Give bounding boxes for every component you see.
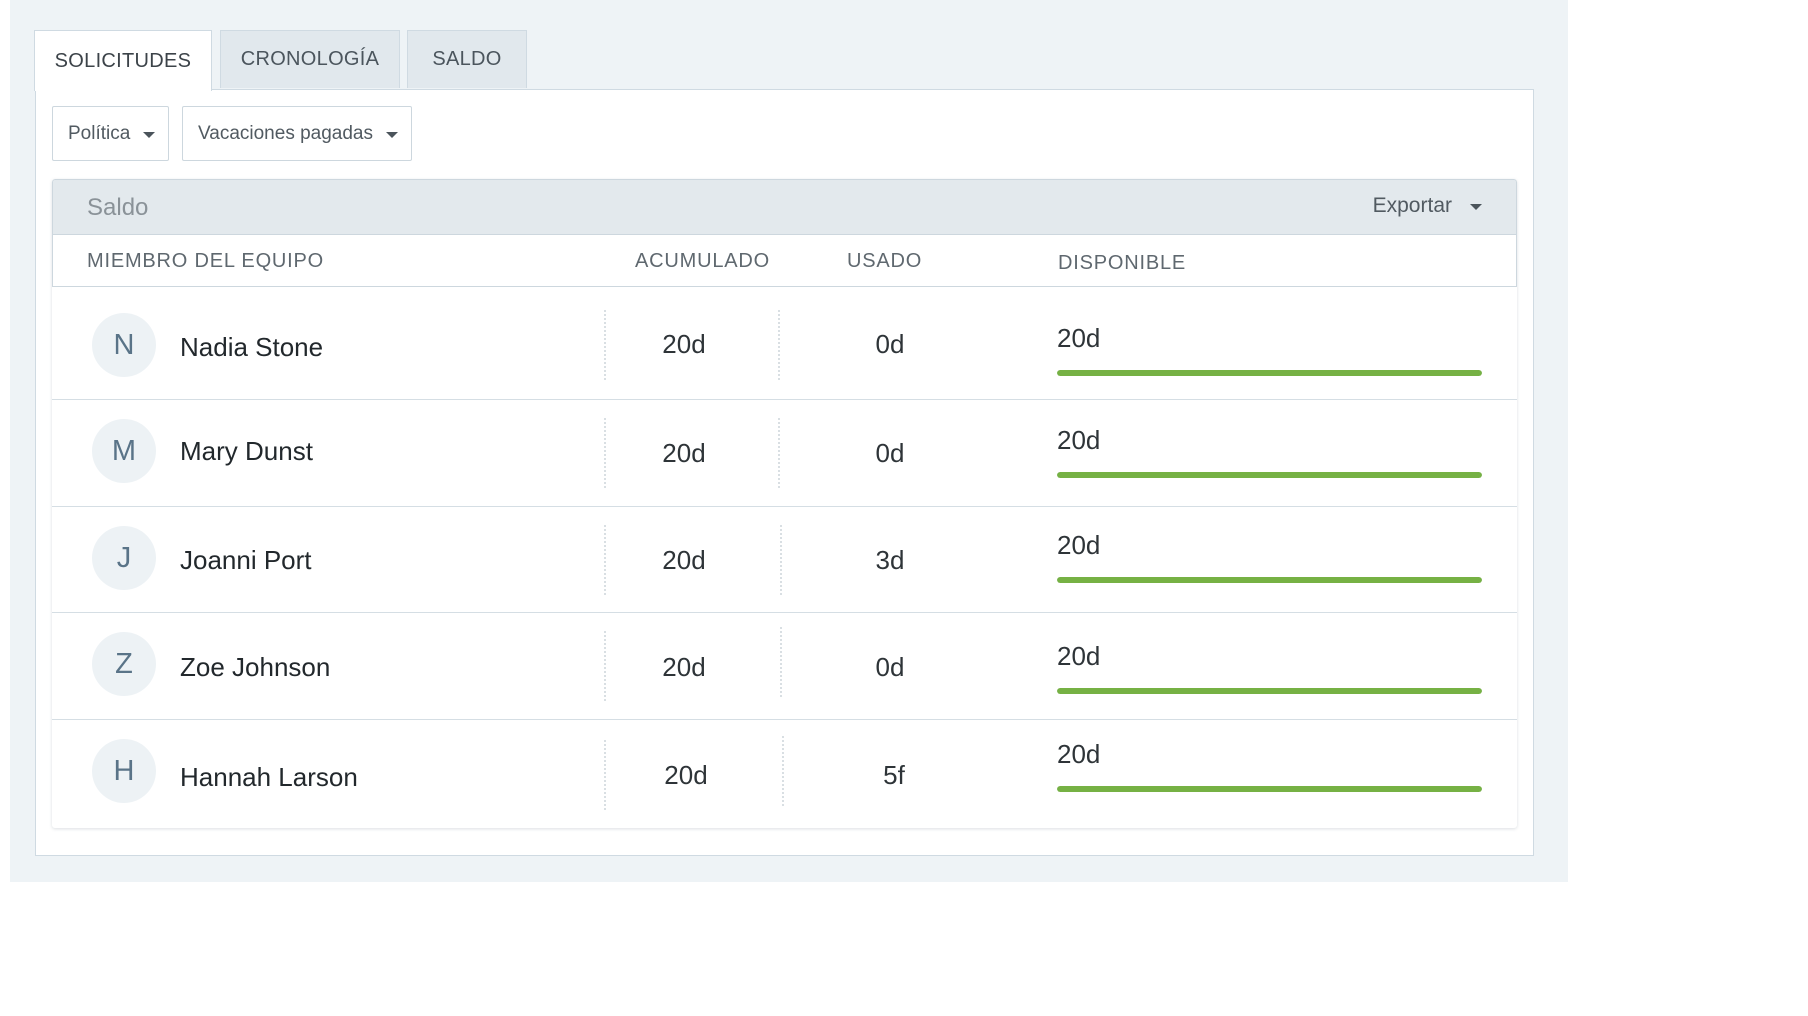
column-divider — [604, 740, 606, 810]
table-row[interactable]: H Hannah Larson 20d 5f 20d — [52, 720, 1517, 828]
available-progress-fill — [1057, 577, 1482, 583]
export-label: Exportar — [1372, 194, 1452, 217]
available-value: 20d — [1057, 323, 1101, 353]
column-divider — [604, 631, 606, 701]
available-value: 20d — [1057, 425, 1101, 455]
used-value: 0d — [875, 329, 905, 359]
avatar-initial: J — [116, 541, 132, 574]
tab-label: CRONOLOGÍA — [240, 48, 380, 70]
column-header-available: DISPONIBLE — [1058, 252, 1187, 274]
column-header-accrued: ACUMULADO — [635, 250, 770, 272]
column-headers: MIEMBRO DEL EQUIPO ACUMULADO USADO DISPO… — [52, 235, 1517, 287]
card-header: Saldo Exportar — [52, 179, 1517, 235]
used-value: 0d — [875, 652, 905, 682]
column-divider — [604, 310, 606, 380]
member-name: Zoe Johnson — [180, 652, 331, 682]
avatar-initial: H — [113, 754, 135, 787]
accrued-value: 20d — [662, 438, 706, 468]
table-row[interactable]: M Mary Dunst 20d 0d 20d — [52, 400, 1517, 507]
export-button[interactable]: Exportar — [1373, 194, 1482, 218]
policy-dropdown[interactable]: Política — [52, 106, 169, 161]
avatar-initial: Z — [115, 647, 133, 680]
column-divider — [780, 525, 782, 595]
tab-solicitudes[interactable]: SOLICITUDES — [34, 30, 212, 91]
column-divider — [778, 310, 780, 380]
tab-label: SALDO — [432, 48, 502, 70]
accrued-value: 20d — [662, 329, 706, 359]
column-divider — [778, 418, 780, 488]
avatar-initial: M — [111, 434, 137, 467]
available-progress-fill — [1057, 370, 1482, 376]
avatar: M — [92, 419, 156, 483]
available-value: 20d — [1057, 739, 1101, 769]
leave-type-dropdown[interactable]: Vacaciones pagadas — [182, 106, 412, 161]
table-row[interactable]: N Nadia Stone 20d 0d 20d — [52, 288, 1517, 400]
avatar-initial: N — [113, 328, 135, 361]
used-value: 0d — [875, 438, 905, 468]
column-divider — [604, 525, 606, 595]
tab-label: SOLICITUDES — [54, 49, 192, 72]
member-name: Joanni Port — [180, 545, 312, 575]
available-value: 20d — [1057, 530, 1101, 560]
available-progress-bar — [1057, 370, 1482, 376]
available-progress-fill — [1057, 786, 1482, 792]
balance-card: Saldo Exportar MIEMBRO DEL EQUIPO ACUMUL… — [52, 179, 1517, 828]
column-divider — [782, 736, 784, 806]
avatar: N — [92, 313, 156, 377]
available-progress-bar — [1057, 577, 1482, 583]
available-progress-fill — [1057, 472, 1482, 478]
policy-dropdown-label: Política — [68, 122, 131, 144]
chevron-down-icon — [143, 132, 155, 138]
table-row[interactable]: J Joanni Port 20d 3d 20d — [52, 507, 1517, 613]
member-name: Mary Dunst — [180, 436, 313, 466]
left-edge — [0, 0, 10, 882]
column-divider — [604, 418, 606, 488]
leave-type-dropdown-label: Vacaciones pagadas — [198, 122, 373, 144]
used-value: 5f — [883, 760, 905, 790]
accrued-value: 20d — [662, 652, 706, 682]
available-progress-fill — [1057, 688, 1482, 694]
available-value: 20d — [1057, 641, 1101, 671]
tab-cronologia[interactable]: CRONOLOGÍA — [220, 30, 400, 88]
avatar: J — [92, 526, 156, 590]
used-value: 3d — [875, 545, 905, 575]
member-name: Nadia Stone — [180, 332, 324, 362]
available-progress-bar — [1057, 688, 1482, 694]
table-row[interactable]: Z Zoe Johnson 20d 0d 20d — [52, 613, 1517, 720]
tab-saldo[interactable]: SALDO — [407, 30, 527, 88]
avatar: H — [92, 739, 156, 803]
accrued-value: 20d — [664, 760, 708, 790]
accrued-value: 20d — [662, 545, 706, 575]
column-header-member: MIEMBRO DEL EQUIPO — [87, 250, 325, 272]
chevron-down-icon — [386, 132, 398, 138]
card-title: Saldo — [87, 194, 149, 221]
avatar: Z — [92, 632, 156, 696]
available-progress-bar — [1057, 786, 1482, 792]
member-name: Hannah Larson — [180, 762, 358, 792]
available-progress-bar — [1057, 472, 1482, 478]
column-divider — [780, 627, 782, 697]
chevron-down-icon — [1470, 204, 1482, 210]
column-header-used: USADO — [847, 250, 923, 272]
